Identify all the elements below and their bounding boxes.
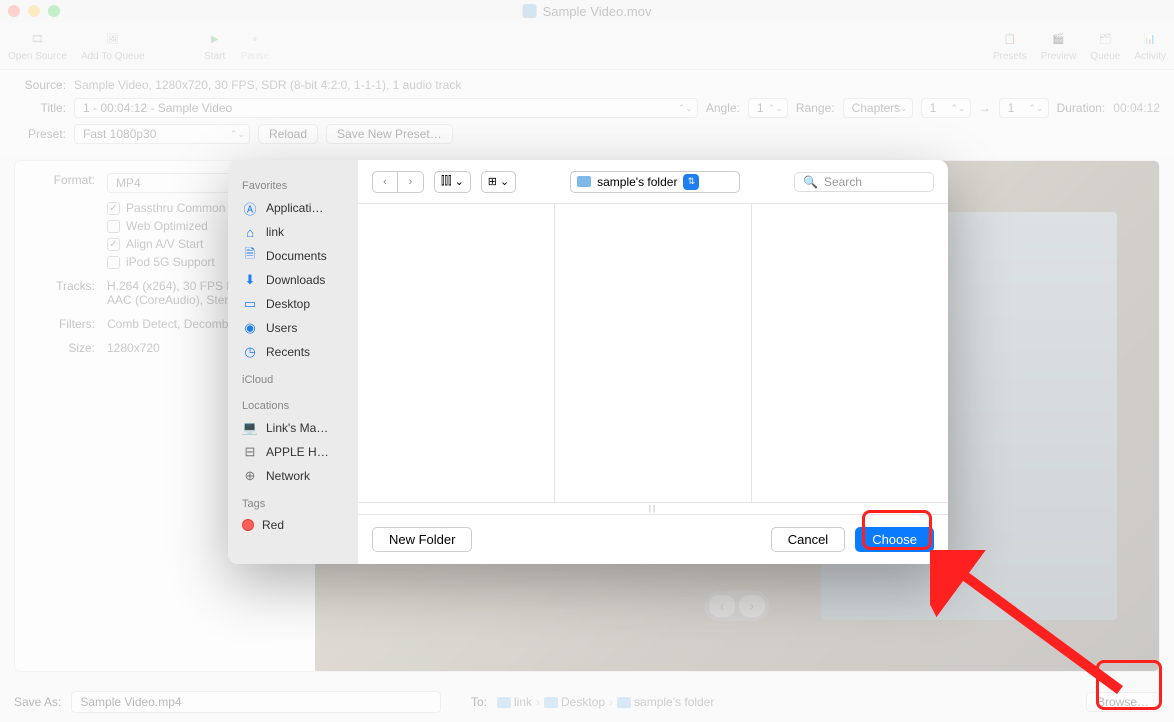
new-folder-button[interactable]: New Folder	[372, 527, 472, 552]
sidebar-item-applications[interactable]: ⒶApplicati…	[228, 196, 358, 220]
sidebar-item-downloads[interactable]: ⬇Downloads	[228, 268, 358, 292]
locations-header: Locations	[228, 396, 358, 416]
chevron-down-icon: ⌄	[500, 175, 509, 188]
dialog-toolbar: ‹ › ⫿⫿⫿⌄ ⊞⌄ sample's folder ⇅ 🔍 Search	[358, 160, 948, 204]
dialog-main: ‹ › ⫿⫿⫿⌄ ⊞⌄ sample's folder ⇅ 🔍 Search	[358, 160, 948, 564]
back-button[interactable]: ‹	[372, 171, 398, 193]
sidebar-tag-red[interactable]: Red	[228, 514, 358, 536]
document-icon: 🗎	[242, 248, 258, 264]
home-icon: ⌂	[242, 224, 258, 240]
choose-button[interactable]: Choose	[855, 527, 934, 552]
users-icon: ◉	[242, 320, 258, 336]
forward-button[interactable]: ›	[398, 171, 424, 193]
clock-icon: ◷	[242, 344, 258, 360]
path-selector[interactable]: sample's folder ⇅	[570, 171, 740, 193]
dialog-sidebar: Favorites ⒶApplicati… ⌂link 🗎Documents ⬇…	[228, 160, 358, 564]
updown-icon: ⇅	[683, 174, 699, 190]
grid-icon: ⊞	[488, 175, 497, 188]
column-1[interactable]	[358, 204, 555, 502]
column-view-button[interactable]: ⫿⫿⫿⌄	[434, 171, 471, 193]
drive-icon: ⊟	[242, 444, 258, 460]
download-icon: ⬇	[242, 272, 258, 288]
chevron-down-icon: ⌄	[455, 175, 464, 188]
icloud-header: iCloud	[228, 370, 358, 390]
laptop-icon: 💻	[242, 420, 258, 436]
sidebar-item-home[interactable]: ⌂link	[228, 220, 358, 244]
search-input[interactable]: 🔍 Search	[794, 172, 934, 192]
app-icon: Ⓐ	[242, 200, 258, 216]
file-chooser-dialog: Favorites ⒶApplicati… ⌂link 🗎Documents ⬇…	[228, 160, 948, 564]
sidebar-item-desktop[interactable]: ▭Desktop	[228, 292, 358, 316]
sidebar-item-mac[interactable]: 💻Link's Ma…	[228, 416, 358, 440]
tag-dot-icon	[242, 519, 254, 531]
folder-icon	[577, 176, 591, 187]
sidebar-item-network[interactable]: ⊕Network	[228, 464, 358, 488]
sidebar-item-documents[interactable]: 🗎Documents	[228, 244, 358, 268]
cancel-button[interactable]: Cancel	[771, 527, 845, 552]
favorites-header: Favorites	[228, 176, 358, 196]
columns-icon: ⫿⫿⫿	[441, 175, 452, 188]
tags-header: Tags	[228, 494, 358, 514]
network-icon: ⊕	[242, 468, 258, 484]
sidebar-item-recents[interactable]: ◷Recents	[228, 340, 358, 364]
column-browser[interactable]	[358, 204, 948, 502]
column-2[interactable]	[555, 204, 752, 502]
dialog-footer: New Folder Cancel Choose	[358, 514, 948, 564]
sidebar-item-drive[interactable]: ⊟APPLE H…	[228, 440, 358, 464]
search-icon: 🔍	[803, 175, 818, 189]
column-3[interactable]	[752, 204, 948, 502]
sidebar-item-users[interactable]: ◉Users	[228, 316, 358, 340]
group-view-button[interactable]: ⊞⌄	[481, 171, 516, 193]
resize-handle[interactable]: ||	[358, 502, 948, 514]
desktop-icon: ▭	[242, 296, 258, 312]
